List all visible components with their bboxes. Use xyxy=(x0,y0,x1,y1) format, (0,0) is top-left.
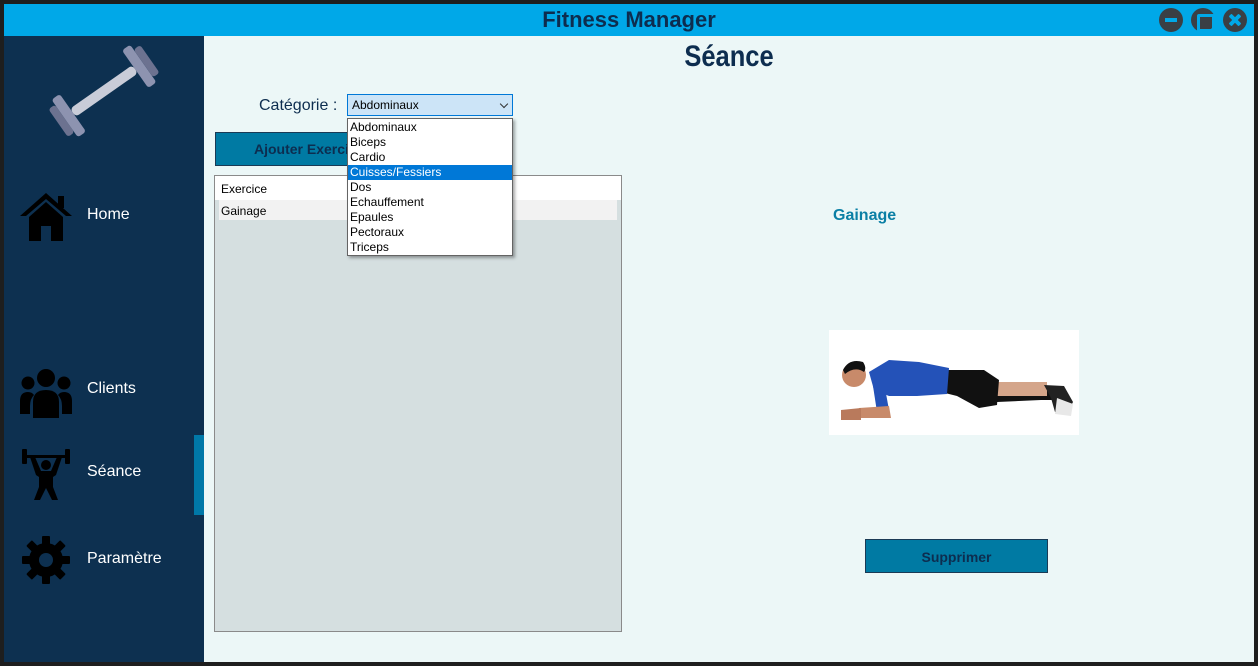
dumbbell-logo-icon xyxy=(49,45,159,137)
sidebar-item-seance[interactable]: Séance xyxy=(4,435,204,515)
title-bar[interactable]: Fitness Manager xyxy=(4,4,1254,36)
sidebar-item-label: Paramètre xyxy=(87,550,162,567)
app-title: Fitness Manager xyxy=(542,7,716,32)
home-icon xyxy=(20,193,72,241)
users-icon xyxy=(20,369,72,418)
exercise-image xyxy=(829,330,1079,435)
app-window: Fitness Manager Home Clients Séance Para… xyxy=(4,4,1254,662)
sidebar-item-label: Clients xyxy=(87,380,136,397)
weightlifter-icon xyxy=(22,449,70,500)
active-indicator xyxy=(194,435,204,515)
maximize-button[interactable] xyxy=(1191,8,1215,32)
category-label: Catégorie : xyxy=(259,97,338,114)
category-dropdown-list[interactable]: Abdominaux Biceps Cardio Cuisses/Fessier… xyxy=(347,118,513,256)
dropdown-option[interactable]: Pectoraux xyxy=(348,225,512,240)
close-button[interactable] xyxy=(1223,8,1247,32)
sidebar-item-label: Séance xyxy=(87,463,142,480)
chevron-down-icon xyxy=(499,99,509,109)
minimize-button[interactable] xyxy=(1159,8,1183,32)
selected-exercise-name: Gainage xyxy=(833,207,897,224)
delete-button-label: Supprimer xyxy=(921,549,992,565)
dropdown-option-highlighted[interactable]: Cuisses/Fessiers xyxy=(348,165,512,180)
dropdown-option[interactable]: Dos xyxy=(348,180,512,195)
sidebar-item-parametre[interactable]: Paramètre xyxy=(4,522,204,602)
dropdown-option[interactable]: Triceps xyxy=(348,240,512,255)
page-title: Séance xyxy=(684,40,774,73)
sidebar: Home Clients Séance Paramètre xyxy=(4,36,204,662)
category-select[interactable]: Abdominaux xyxy=(347,94,513,116)
list-header-label: Exercice xyxy=(221,182,268,196)
delete-button[interactable]: Supprimer xyxy=(865,539,1048,573)
category-select-value: Abdominaux xyxy=(352,98,419,112)
sidebar-item-home[interactable]: Home xyxy=(4,178,204,258)
list-item-label: Gainage xyxy=(221,204,267,218)
main-content: Séance Catégorie : Abdominaux Ajouter Ex… xyxy=(204,36,1254,662)
gear-icon xyxy=(22,536,70,584)
dropdown-option[interactable]: Cardio xyxy=(348,150,512,165)
sidebar-item-label: Home xyxy=(87,206,130,223)
dropdown-option[interactable]: Echauffement xyxy=(348,195,512,210)
dropdown-option[interactable]: Biceps xyxy=(348,135,512,150)
sidebar-item-clients[interactable]: Clients xyxy=(4,352,204,432)
dropdown-option[interactable]: Abdominaux xyxy=(348,120,512,135)
dropdown-option[interactable]: Epaules xyxy=(348,210,512,225)
